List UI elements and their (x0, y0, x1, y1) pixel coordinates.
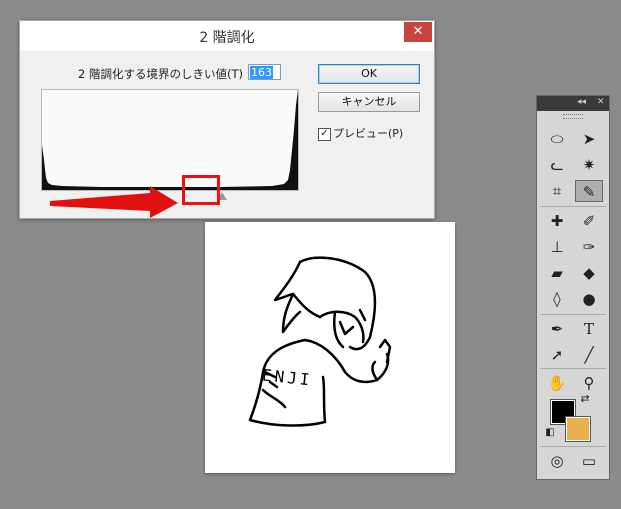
history-brush-icon[interactable]: ✑ (575, 236, 603, 258)
healing-brush-icon[interactable]: ✚ (543, 210, 571, 232)
line-icon[interactable]: ╱ (575, 344, 603, 366)
panel-close-icon[interactable]: ✕ (597, 97, 605, 107)
magic-wand-icon[interactable]: ✷ (575, 154, 603, 176)
crop-icon[interactable]: ⌗ (543, 180, 571, 202)
tools-panel: ◂◂ ✕ ⬭ ➤ ᓚ ✷ ⌗ ✎ ✚ ✐ ⊥ ✑ ▰ ◆ ◊ ● ✒ T ➚ ╱… (536, 95, 610, 480)
panel-grip[interactable] (563, 114, 583, 119)
hand-icon[interactable]: ✋ (543, 372, 571, 394)
dodge-icon[interactable]: ● (575, 288, 603, 310)
brush-icon[interactable]: ✐ (575, 210, 603, 232)
lasso-icon[interactable]: ᓚ (543, 154, 571, 176)
default-colors-icon[interactable]: ◧ (543, 426, 557, 440)
type-icon[interactable]: T (575, 318, 603, 340)
path-select-icon[interactable]: ➚ (543, 344, 571, 366)
highlight-box (182, 175, 220, 205)
line-drawing (248, 256, 392, 427)
background-color-swatch[interactable] (565, 416, 591, 442)
paint-bucket-icon[interactable]: ◆ (575, 262, 603, 284)
image-canvas[interactable]: ENJI (205, 222, 455, 473)
separator (540, 368, 606, 369)
eraser-icon[interactable]: ▰ (543, 262, 571, 284)
tools-panel-header[interactable]: ◂◂ ✕ (537, 96, 609, 111)
quick-mask-icon[interactable]: ◎ (543, 450, 571, 472)
blur-icon[interactable]: ◊ (543, 288, 571, 310)
swap-colors-icon[interactable]: ⇄ (577, 392, 593, 406)
eyedropper-icon[interactable]: ✎ (575, 180, 603, 202)
zoom-icon[interactable]: ⚲ (575, 372, 603, 394)
separator (540, 446, 606, 447)
separator (540, 314, 606, 315)
collapse-icon[interactable]: ◂◂ (577, 97, 586, 107)
marquee-icon[interactable]: ⬭ (543, 128, 571, 150)
red-arrow (50, 186, 178, 218)
clone-stamp-icon[interactable]: ⊥ (543, 236, 571, 258)
screen-mode-icon[interactable]: ▭ (575, 450, 603, 472)
pen-icon[interactable]: ✒ (543, 318, 571, 340)
separator (540, 206, 606, 207)
move-icon[interactable]: ➤ (575, 128, 603, 150)
